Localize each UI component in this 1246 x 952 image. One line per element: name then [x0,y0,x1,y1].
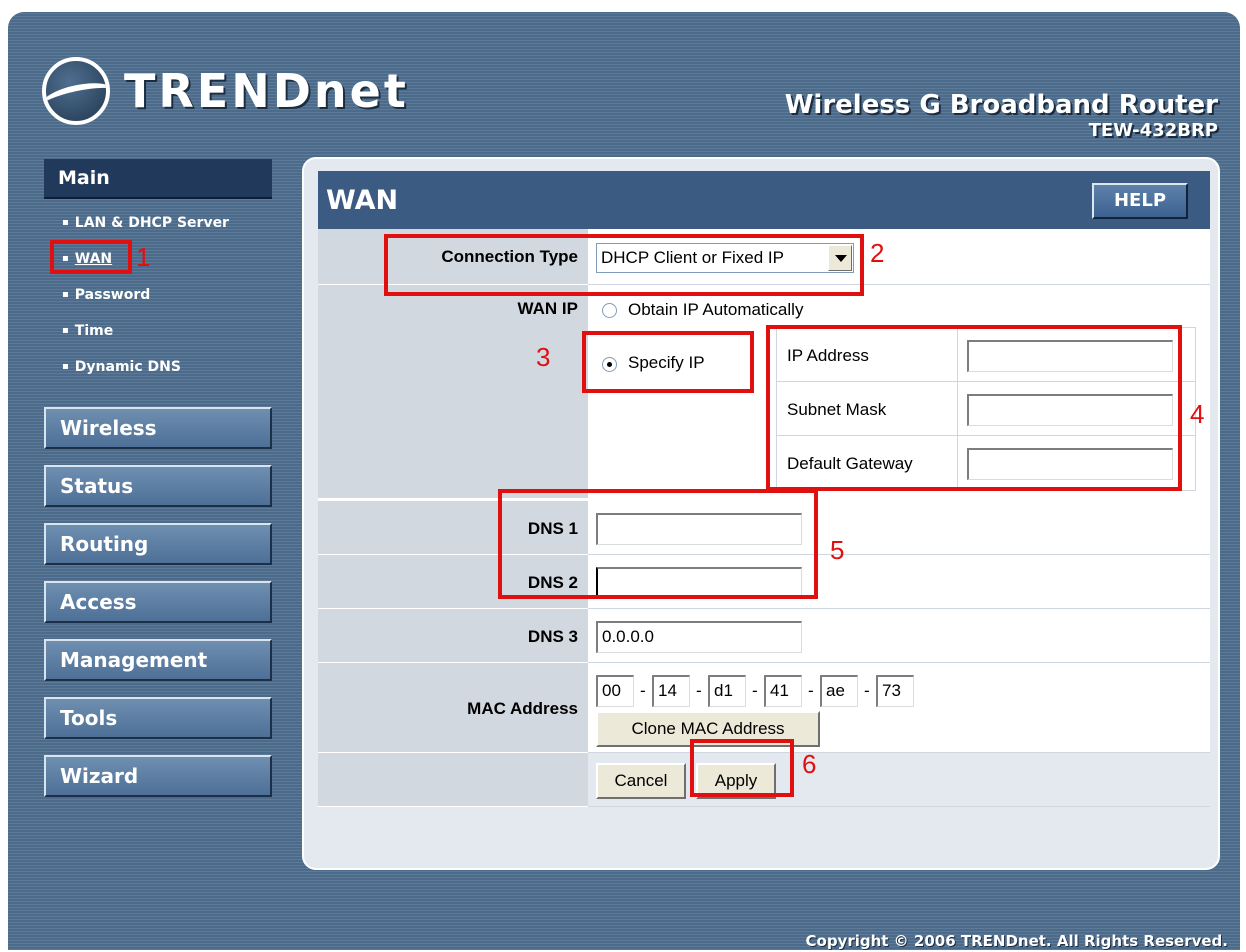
actions-label-cell [318,753,588,807]
model-number: TEW-432BRP [1088,120,1218,141]
sidebar-item-lan-dhcp[interactable]: ▪ LAN & DHCP Server [44,205,274,241]
annotation-box-5 [498,489,818,599]
mac-octet-2-input[interactable]: 14 [652,675,690,707]
nav-main-button[interactable]: Main [44,159,272,199]
mac-separator: - [696,681,702,700]
annotation-number-2: 2 [870,238,885,268]
mac-label-cell: MAC Address [318,663,588,753]
annotation-number-5: 5 [830,535,845,565]
mac-octet-3-input[interactable]: d1 [708,675,746,707]
wan-ip-label-cell: WAN IP [318,285,588,499]
bullet-icon: ▪ [62,361,69,372]
dns3-input[interactable]: 0.0.0.0 [596,621,802,653]
main-submenu: ▪ LAN & DHCP Server ▪ WAN ▪ Password ▪ Time … [44,205,274,385]
sidebar-item-dynamic-dns[interactable]: ▪ Dynamic DNS [44,349,274,385]
mac-octet-4-input[interactable]: 41 [764,675,802,707]
logo-text: TRENDnet [124,64,409,118]
bullet-icon: ▪ [62,325,69,336]
nav-wireless-button[interactable]: Wireless [44,407,272,449]
annotation-number-1: 1 [136,242,151,272]
mac-octet-1-input[interactable]: 00 [596,675,634,707]
mac-separator: - [864,681,870,700]
router-admin-frame: TRENDnet Wireless G Broadband Router TEW… [8,12,1240,950]
annotation-box-6 [690,739,794,797]
wan-panel: WAN HELP Connection Type DHCP Client or … [302,157,1220,870]
mac-separator: - [752,681,758,700]
mac-octet-5-input[interactable]: ae [820,675,858,707]
annotation-box-2 [384,234,864,296]
dns3-value-cell: 0.0.0.0 [588,609,1210,663]
bullet-icon: ▪ [62,289,69,300]
annotation-box-4 [766,325,1182,491]
nav-wizard-button[interactable]: Wizard [44,755,272,797]
trendnet-logo: TRENDnet [42,56,409,126]
obtain-ip-auto-radio[interactable] [602,303,617,318]
sidebar-item-password[interactable]: ▪ Password [44,277,274,313]
dns3-label: DNS 3 [527,627,578,646]
nav-tools-button[interactable]: Tools [44,697,272,739]
obtain-ip-auto-label: Obtain IP Automatically [628,300,804,319]
nav-management-button[interactable]: Management [44,639,272,681]
nav-access-button[interactable]: Access [44,581,272,623]
mac-address-label: MAC Address [467,699,578,718]
annotation-box-1 [50,240,132,274]
annotation-box-3 [582,331,754,393]
wan-ip-label: WAN IP [517,299,578,318]
product-name: Wireless G Broadband Router [784,90,1218,120]
sidebar-item-time[interactable]: ▪ Time [44,313,274,349]
mac-value-cell: 00 - 14 - d1 - 41 - ae - 73 Clone MAC Ad… [588,663,1210,753]
actions-cell: Cancel Apply [588,753,1210,807]
header: TRENDnet Wireless G Broadband Router TEW… [8,12,1240,152]
cancel-button[interactable]: Cancel [596,763,686,799]
copyright-footer: Copyright © 2006 TRENDnet. All Rights Re… [805,932,1229,950]
help-button[interactable]: HELP [1092,183,1188,219]
annotation-number-4: 4 [1190,399,1205,429]
mac-separator: - [808,681,814,700]
dns3-label-cell: DNS 3 [318,609,588,663]
bullet-icon: ▪ [62,217,69,228]
title-bar: WAN HELP [318,171,1210,229]
mac-octet-6-input[interactable]: 73 [876,675,914,707]
page-title: WAN [326,185,399,216]
trendnet-logo-icon [42,57,110,125]
mac-separator: - [640,681,646,700]
annotation-number-6: 6 [802,749,817,779]
nav-status-button[interactable]: Status [44,465,272,507]
annotation-number-3: 3 [536,342,551,372]
nav-routing-button[interactable]: Routing [44,523,272,565]
